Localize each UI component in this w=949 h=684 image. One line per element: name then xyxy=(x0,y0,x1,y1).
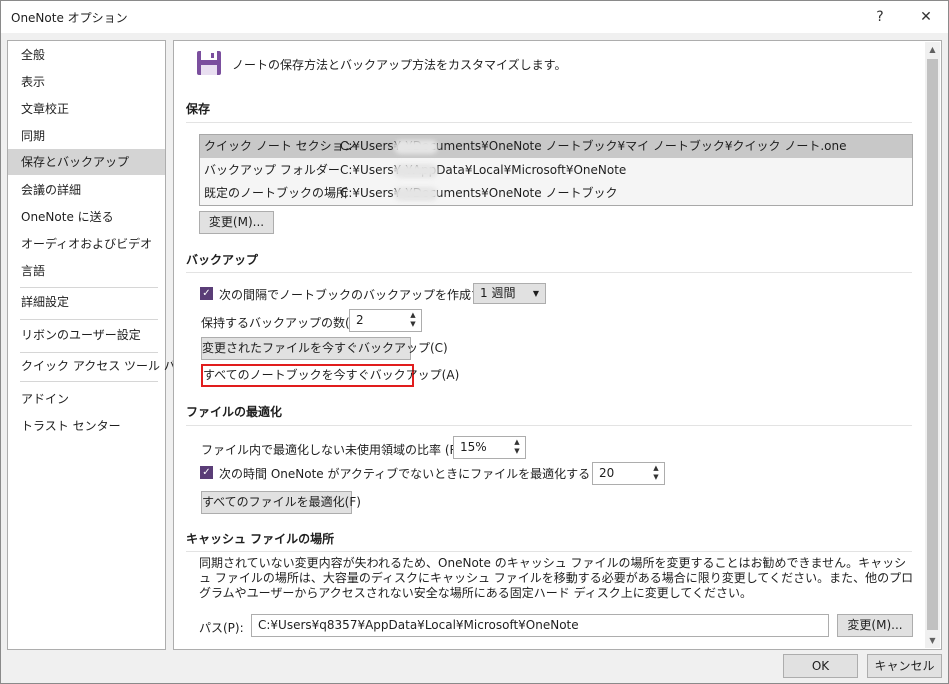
sidebar-item-sync[interactable]: 同期 xyxy=(8,123,165,149)
section-title-backup: バックアップ xyxy=(186,253,259,267)
section-divider xyxy=(186,425,912,426)
chevron-down-icon: ▼ xyxy=(532,289,539,298)
optimize-idle-label: 次の時間 OneNote がアクティブでないときにファイルを最適化する (分)(… xyxy=(219,467,639,481)
optimize-all-files-button[interactable]: すべてのファイルを最適化(F) xyxy=(201,491,361,514)
backup-all-notebooks-button[interactable]: すべてのノートブックを今すぐバックアップ(A) xyxy=(201,364,459,387)
sidebar-item-audio-video[interactable]: オーディオおよびビデオ xyxy=(8,231,165,257)
scroll-up-icon[interactable]: ▲ xyxy=(925,42,940,57)
unused-ratio-spinner[interactable]: 15% ▲ ▼ xyxy=(453,436,526,459)
cache-path-input[interactable]: C:¥Users¥q8357¥AppData¥Local¥Microsoft¥O… xyxy=(251,614,829,637)
cancel-button[interactable]: キャンセル xyxy=(867,654,942,678)
location-path: C:¥Users¥ ¥AppData¥Local¥Microsoft¥OneNo… xyxy=(340,163,627,177)
optimize-idle-spinner[interactable]: 20 ▲ ▼ xyxy=(592,462,665,485)
unused-ratio-label: ファイル内で最適化しない未使用領域の比率 (R): xyxy=(201,443,467,457)
optimize-idle-value: 20 xyxy=(599,466,615,480)
sidebar-item-send-to-onenote[interactable]: OneNote に送る xyxy=(8,204,165,230)
backup-count-label: 保持するバックアップの数(B): xyxy=(201,316,367,330)
sidebar-item-proofing[interactable]: 文章校正 xyxy=(8,96,165,122)
change-cache-path-button[interactable]: 変更(M)... xyxy=(837,614,913,637)
cache-description: 同期されていない変更内容が失われるため、OneNote のキャッシュ ファイルの… xyxy=(199,556,914,600)
sidebar-item-trust-center[interactable]: トラスト センター xyxy=(8,413,165,439)
window-title: OneNote オプション xyxy=(11,11,128,25)
location-name: クイック ノート セクション xyxy=(204,139,356,153)
sidebar-divider xyxy=(20,287,158,288)
help-button[interactable]: ? xyxy=(865,5,895,29)
location-path: C:¥Users¥ ¥Documents¥OneNote ノートブック xyxy=(340,186,618,200)
vertical-scrollbar[interactable]: ▲ ▼ xyxy=(925,42,940,648)
title-bar: OneNote オプション ? ✕ xyxy=(1,1,948,33)
backup-count-spinner[interactable]: 2 ▲ ▼ xyxy=(349,309,422,332)
backup-interval-value: 1 週間 xyxy=(480,286,516,300)
redacted-username xyxy=(394,164,438,178)
section-title-optimize: ファイルの最適化 xyxy=(186,405,283,419)
scroll-down-icon[interactable]: ▼ xyxy=(925,633,940,648)
sidebar-item-save-backup[interactable]: 保存とバックアップ xyxy=(8,149,165,175)
auto-backup-checkbox[interactable]: ✓ xyxy=(200,287,213,300)
table-row[interactable]: 既定のノートブックの場所 C:¥Users¥ ¥Documents¥OneNot… xyxy=(200,182,912,205)
sidebar-divider xyxy=(20,319,158,320)
save-icon xyxy=(197,51,221,75)
sidebar: 全般 表示 文章校正 同期 保存とバックアップ 会議の詳細 OneNote に送… xyxy=(7,40,188,650)
spinner-arrows-icon[interactable]: ▲ ▼ xyxy=(512,438,522,456)
sidebar-item-display[interactable]: 表示 xyxy=(8,69,165,95)
sidebar-divider xyxy=(20,381,158,382)
sidebar-item-general[interactable]: 全般 xyxy=(8,42,165,68)
optimize-idle-checkbox[interactable]: ✓ xyxy=(200,466,213,479)
backup-changed-files-button[interactable]: 変更されたファイルを今すぐバックアップ(C) xyxy=(201,337,448,360)
sidebar-item-meeting-details[interactable]: 会議の詳細 xyxy=(8,177,165,203)
redacted-username xyxy=(394,187,438,201)
close-button[interactable]: ✕ xyxy=(911,5,941,29)
sidebar-item-customize-ribbon[interactable]: リボンのユーザー設定 xyxy=(8,322,165,348)
section-divider xyxy=(186,272,912,273)
location-name: 既定のノートブックの場所 xyxy=(204,186,349,200)
sidebar-item-advanced[interactable]: 詳細設定 xyxy=(8,289,165,315)
table-row[interactable]: クイック ノート セクション C:¥Users¥ ¥Documents¥OneN… xyxy=(200,135,912,158)
scrollbar-thumb[interactable] xyxy=(927,59,938,630)
ok-button[interactable]: OK xyxy=(783,654,858,678)
section-title-save: 保存 xyxy=(186,102,211,116)
main-panel: ノートの保存方法とバックアップ方法をカスタマイズします。 保存 クイック ノート… xyxy=(173,40,942,650)
backup-interval-select[interactable]: 1 週間 ▼ xyxy=(473,283,546,304)
header-description: ノートの保存方法とバックアップ方法をカスタマイズします。 xyxy=(232,58,567,72)
section-divider xyxy=(186,551,912,552)
save-locations-table[interactable]: クイック ノート セクション C:¥Users¥ ¥Documents¥OneN… xyxy=(199,134,913,206)
cache-path-label: パス(P): xyxy=(199,621,244,635)
section-divider xyxy=(186,122,912,123)
sidebar-item-language[interactable]: 言語 xyxy=(8,258,165,284)
spinner-arrows-icon[interactable]: ▲ ▼ xyxy=(408,311,418,329)
change-location-button[interactable]: 変更(M)... xyxy=(199,211,274,234)
location-name: バックアップ フォルダー xyxy=(204,163,340,177)
section-title-cache: キャッシュ ファイルの場所 xyxy=(186,532,335,546)
spinner-arrows-icon[interactable]: ▲ ▼ xyxy=(651,464,661,482)
unused-ratio-value: 15% xyxy=(460,440,487,454)
table-row[interactable]: バックアップ フォルダー C:¥Users¥ ¥AppData¥Local¥Mi… xyxy=(200,159,912,182)
options-dialog: OneNote オプション ? ✕ 全般 表示 文章校正 同期 保存とバックアッ… xyxy=(0,0,949,684)
redacted-username xyxy=(394,140,438,154)
sidebar-item-quick-access-toolbar[interactable]: クイック アクセス ツール バー xyxy=(8,353,188,379)
backup-count-value: 2 xyxy=(356,313,364,327)
cache-path-value: C:¥Users¥q8357¥AppData¥Local¥Microsoft¥O… xyxy=(258,618,579,632)
sidebar-item-addins[interactable]: アドイン xyxy=(8,386,165,412)
